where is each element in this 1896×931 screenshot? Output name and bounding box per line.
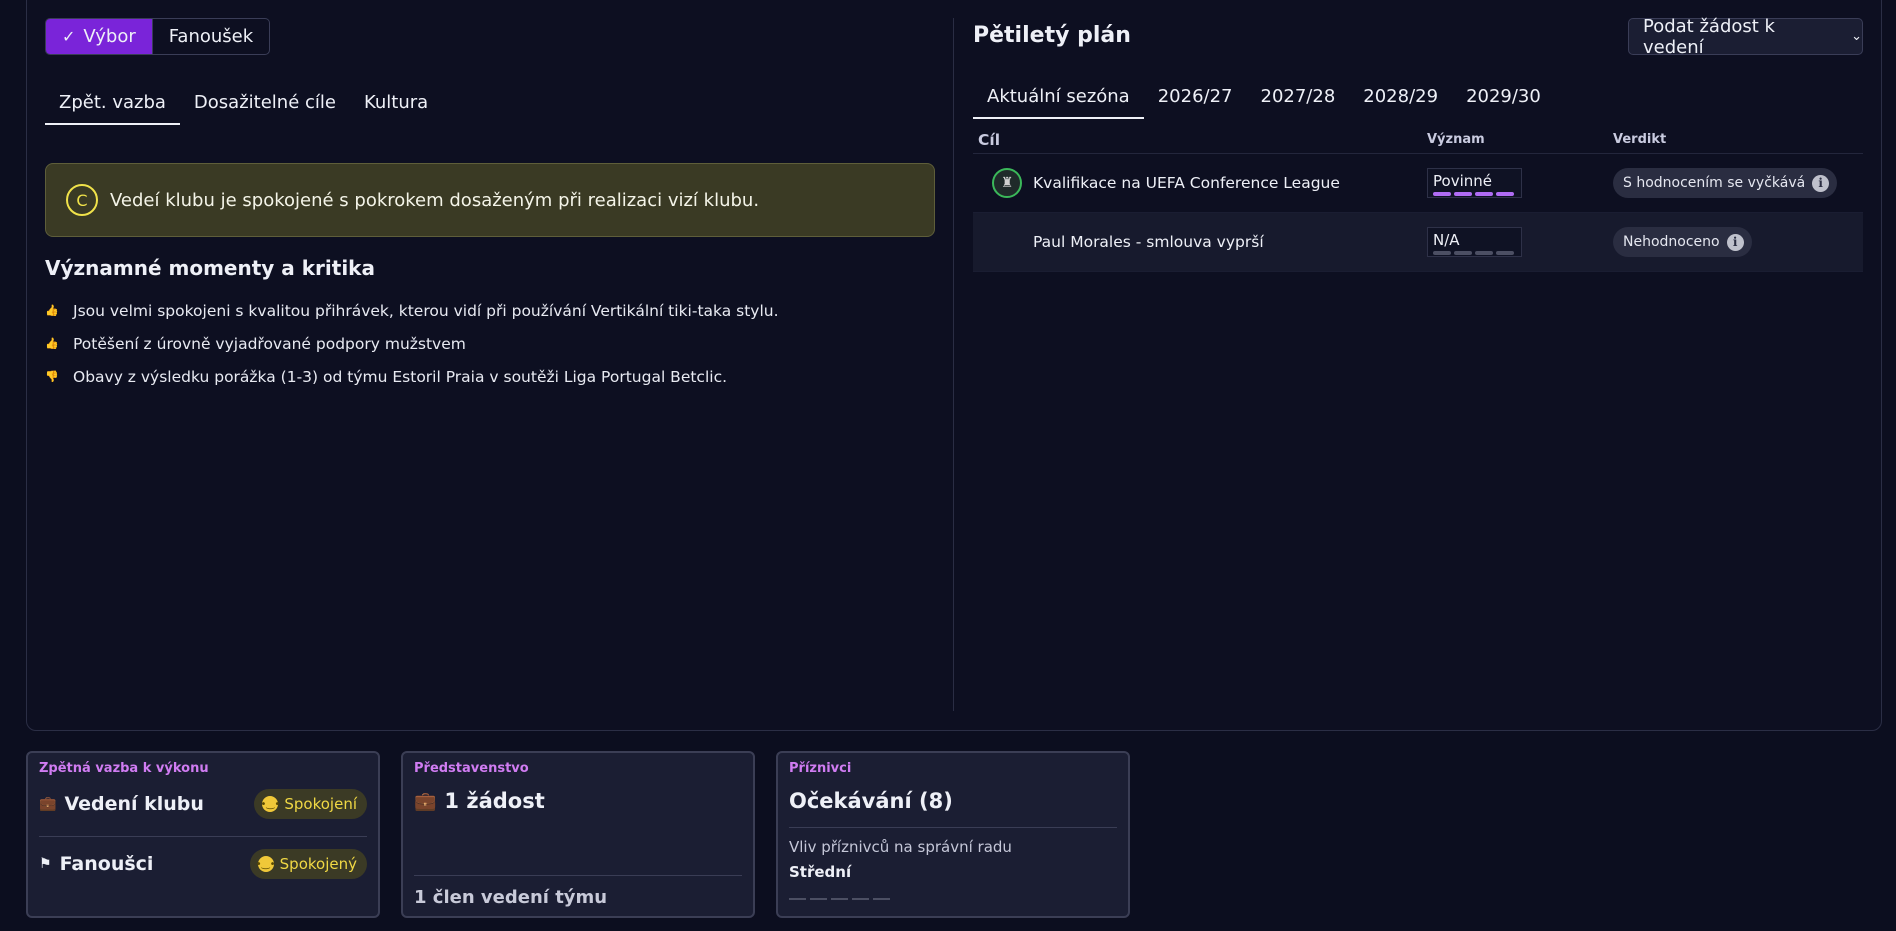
column-verdict: Verdikt bbox=[1613, 132, 1667, 147]
mood-text: Spokojení bbox=[284, 795, 357, 813]
briefcase-icon: 💼 bbox=[414, 790, 437, 812]
board-members: 1 člen vedení týmu bbox=[414, 887, 608, 908]
mood-text: Spokojený bbox=[279, 855, 357, 873]
plan-title: Pětiletý plán bbox=[973, 23, 1131, 48]
column-divider bbox=[953, 18, 954, 711]
season-tabs: Aktuální sezóna 2026/27 2027/28 2028/29 … bbox=[973, 86, 1555, 119]
moment-text: Jsou velmi spokojeni s kvalitou přihráve… bbox=[73, 301, 779, 320]
requests-count: 1 žádost bbox=[444, 789, 545, 813]
importance-bar bbox=[1433, 251, 1451, 255]
briefcase-icon: 💼 bbox=[39, 796, 57, 812]
goal-text: Paul Morales - smlouva vyprší bbox=[1033, 233, 1264, 251]
card-label: Příznivci bbox=[789, 761, 852, 776]
column-importance: Význam bbox=[1427, 132, 1485, 147]
thumbs-up-icon: 👍 bbox=[45, 337, 59, 350]
moments-list: 👍 Jsou velmi spokojeni s kvalitou přihrá… bbox=[45, 294, 779, 393]
board-mood-row: 💼 Vedení klubu •‿• Spokojení bbox=[39, 789, 367, 819]
verdict-text: S hodnocením se vyčkává bbox=[1623, 175, 1806, 191]
goals-table: Cíl Význam Verdikt ♜ Kvalifikace na UEFA… bbox=[973, 126, 1863, 272]
supporters-card[interactable]: Příznivci Očekávání (8) Vliv příznivců n… bbox=[776, 751, 1130, 918]
verdict-badge: S hodnocením se vyčkává i bbox=[1613, 168, 1838, 198]
importance-bar bbox=[1475, 251, 1493, 255]
chevron-down-icon: ⌄ bbox=[1851, 29, 1862, 44]
card-divider bbox=[789, 827, 1117, 828]
toggle-fan-button[interactable]: Fanoušek bbox=[151, 19, 269, 54]
moment-text: Obavy z výsledku porážka (1-3) od týmu E… bbox=[73, 367, 728, 386]
trophy-icon: ♜ bbox=[992, 168, 1022, 198]
toggle-committee-button[interactable]: ✓ Výbor bbox=[46, 19, 152, 54]
banner-text: Vedeí klubu je spokojené s pokrokem dosa… bbox=[110, 189, 760, 211]
list-item: 👎 Obavy z výsledku porážka (1-3) od týmu… bbox=[45, 360, 779, 393]
tab-feedback[interactable]: Zpět. vazba bbox=[45, 92, 180, 125]
performance-card[interactable]: Zpětná vazba k výkonu 💼 Vedení klubu •‿•… bbox=[26, 751, 380, 918]
tab-current-season[interactable]: Aktuální sezóna bbox=[973, 86, 1144, 119]
tab-culture[interactable]: Kultura bbox=[350, 92, 442, 125]
verdict-text: Nehodnoceno bbox=[1623, 234, 1720, 250]
goal-text: Kvalifikace na UEFA Conference League bbox=[1033, 174, 1340, 192]
card-divider bbox=[39, 836, 367, 837]
thumbs-up-icon: 👍 bbox=[45, 304, 59, 317]
influence-bar bbox=[852, 898, 869, 900]
importance-indicator: Povinné bbox=[1427, 168, 1522, 198]
mood-badge: •‿• Spokojený bbox=[249, 849, 367, 879]
influence-value: Střední bbox=[789, 863, 852, 881]
neutral-face-icon: •‿• bbox=[260, 796, 280, 812]
request-dropdown-button[interactable]: Podat žádost k vedení ⌄ bbox=[1628, 15, 1863, 58]
expectations-text: Očekávání (8) bbox=[789, 789, 953, 813]
thumbs-down-icon: 👎 bbox=[45, 370, 59, 383]
grade-badge: C bbox=[66, 184, 98, 216]
board-label: Vedení klubu bbox=[64, 793, 204, 815]
tab-2027-28[interactable]: 2027/28 bbox=[1247, 86, 1350, 119]
importance-text: Povinné bbox=[1433, 172, 1492, 190]
requests-row: 💼 1 žádost bbox=[414, 789, 742, 813]
card-label: Představenstvo bbox=[414, 761, 529, 776]
importance-bar bbox=[1496, 251, 1514, 255]
tab-2028-29[interactable]: 2028/29 bbox=[1349, 86, 1452, 119]
mood-badge: •‿• Spokojení bbox=[254, 789, 367, 819]
influence-label: Vliv příznivců na správní radu bbox=[789, 838, 1012, 856]
influence-bar bbox=[831, 898, 848, 900]
influence-bar bbox=[810, 898, 827, 900]
neutral-face-icon: •‿• bbox=[256, 856, 276, 872]
card-label: Zpětná vazba k výkonu bbox=[39, 761, 209, 776]
list-item: 👍 Potěšení z úrovně vyjadřované podpory … bbox=[45, 327, 779, 360]
view-toggle: ✓ Výbor Fanoušek bbox=[45, 18, 271, 55]
check-icon: ✓ bbox=[62, 27, 76, 46]
importance-bar bbox=[1433, 192, 1451, 196]
info-icon[interactable]: i bbox=[1812, 174, 1830, 192]
request-button-label: Podat žádost k vedení bbox=[1643, 15, 1775, 58]
influence-bar bbox=[873, 898, 890, 900]
verdict-badge: Nehodnoceno i bbox=[1613, 227, 1752, 257]
table-row[interactable]: Paul Morales - smlouva vyprší N/A Nehodn… bbox=[973, 213, 1863, 272]
feedback-tabs: Zpět. vazba Dosažitelné cíle Kultura bbox=[45, 92, 442, 125]
list-item: 👍 Jsou velmi spokojeni s kvalitou přihrá… bbox=[45, 294, 779, 327]
moments-title: Významné momenty a kritika bbox=[45, 256, 375, 280]
importance-bar bbox=[1475, 192, 1493, 196]
board-card[interactable]: Představenstvo 💼 1 žádost 1 člen vedení … bbox=[401, 751, 755, 918]
importance-text: N/A bbox=[1433, 231, 1460, 249]
tab-achievable-goals[interactable]: Dosažitelné cíle bbox=[180, 92, 350, 125]
importance-bar bbox=[1454, 192, 1472, 196]
fans-label: Fanoušci bbox=[59, 853, 154, 875]
fans-icon: ⚑ bbox=[39, 856, 52, 872]
expectations-row: Očekávání (8) bbox=[789, 789, 1117, 813]
influence-bars bbox=[789, 898, 890, 900]
table-header: Cíl Význam Verdikt bbox=[973, 126, 1863, 154]
importance-indicator: N/A bbox=[1427, 227, 1522, 257]
importance-bar bbox=[1496, 192, 1514, 196]
table-row[interactable]: ♜ Kvalifikace na UEFA Conference League … bbox=[973, 154, 1863, 213]
fans-mood-row: ⚑ Fanoušci •‿• Spokojený bbox=[39, 849, 367, 879]
importance-bar bbox=[1454, 251, 1472, 255]
column-goal: Cíl bbox=[978, 130, 1001, 149]
info-icon[interactable]: i bbox=[1726, 233, 1744, 251]
influence-bar bbox=[789, 898, 806, 900]
card-divider bbox=[414, 875, 742, 876]
tab-2026-27[interactable]: 2026/27 bbox=[1144, 86, 1247, 119]
toggle-fan-label: Fanoušek bbox=[168, 26, 254, 47]
status-banner: C Vedeí klubu je spokojené s pokrokem do… bbox=[45, 163, 935, 237]
toggle-committee-label: Výbor bbox=[83, 26, 136, 47]
moment-text: Potěšení z úrovně vyjadřované podpory mu… bbox=[73, 334, 466, 353]
tab-2029-30[interactable]: 2029/30 bbox=[1452, 86, 1555, 119]
